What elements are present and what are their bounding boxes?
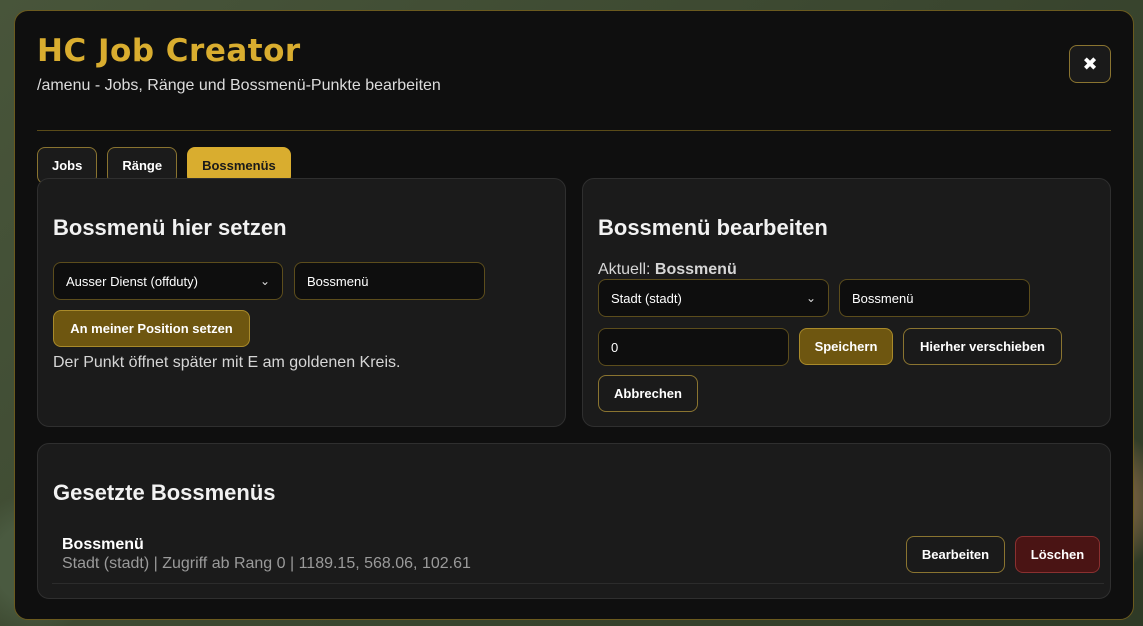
edit-name-input-value: Bossmenü <box>852 290 914 306</box>
place-at-position-label: An meiner Position setzen <box>70 321 233 336</box>
edit-name-input[interactable]: Bossmenü <box>839 279 1030 317</box>
save-button[interactable]: Speichern <box>799 328 893 365</box>
edit-bossmenu-panel: Bossmenü bearbeiten Aktuell: Bossmenü St… <box>582 178 1111 427</box>
delete-label: Löschen <box>1030 547 1085 562</box>
chevron-down-icon: ⌄ <box>805 291 816 305</box>
set-panel-title: Bossmenü hier setzen <box>53 215 287 240</box>
edit-job-select-value: Stadt (stadt) <box>611 290 682 306</box>
placed-bossmenus-panel: Gesetzte Bossmenüs Bossmenü Stadt (stadt… <box>37 443 1111 599</box>
set-name-input-value: Bossmenü <box>307 273 369 289</box>
list-panel-title: Gesetzte Bossmenüs <box>53 480 276 505</box>
edit-rank-input[interactable]: 0 <box>598 328 789 366</box>
set-bossmenu-panel: Bossmenü hier setzen Ausser Dienst (offd… <box>37 178 566 427</box>
edit-label: Bearbeiten <box>921 547 990 562</box>
close-button[interactable]: ✖ <box>1069 45 1111 83</box>
edit-rank-input-value: 0 <box>611 339 619 355</box>
current-value: Bossmenü <box>654 261 737 278</box>
edit-button[interactable]: Bearbeiten <box>906 536 1005 573</box>
set-name-input[interactable]: Bossmenü <box>294 262 485 300</box>
set-job-select[interactable]: Ausser Dienst (offduty) ⌄ <box>53 262 283 300</box>
save-label: Speichern <box>814 339 878 354</box>
chevron-down-icon: ⌄ <box>259 274 270 288</box>
set-job-select-value: Ausser Dienst (offduty) <box>66 273 198 289</box>
set-panel-hint: Der Punkt öffnet später mit E am goldene… <box>53 354 401 371</box>
job-creator-window: HC Job Creator /amenu - Jobs, Ränge und … <box>14 10 1134 620</box>
delete-button[interactable]: Löschen <box>1015 536 1100 573</box>
tab-label: Ränge <box>122 158 163 173</box>
header: HC Job Creator /amenu - Jobs, Ränge und … <box>37 33 1111 131</box>
app-title: HC Job Creator <box>37 33 301 69</box>
current-bossmenu: Aktuell: Bossmenü <box>598 261 737 279</box>
tab-label: Bossmenüs <box>202 158 276 173</box>
move-here-label: Hierher verschieben <box>919 339 1045 354</box>
move-here-button[interactable]: Hierher verschieben <box>903 328 1062 365</box>
place-at-position-button[interactable]: An meiner Position setzen <box>53 310 250 347</box>
current-label: Aktuell: <box>598 261 651 278</box>
tab-label: Jobs <box>52 158 83 173</box>
list-item-name: Bossmenü <box>62 536 144 553</box>
list-item-meta: Stadt (stadt) | Zugriff ab Rang 0 | 1189… <box>62 555 471 572</box>
edit-panel-title: Bossmenü bearbeiten <box>598 215 828 240</box>
close-icon: ✖ <box>1082 53 1098 74</box>
app-subtitle: /amenu - Jobs, Ränge und Bossmenü-Punkte… <box>37 77 441 94</box>
cancel-label: Abbrechen <box>614 386 682 401</box>
list-item: Bossmenü Stadt (stadt) | Zugriff ab Rang… <box>52 524 1104 584</box>
cancel-button[interactable]: Abbrechen <box>598 375 698 412</box>
edit-job-select[interactable]: Stadt (stadt) ⌄ <box>598 279 829 317</box>
